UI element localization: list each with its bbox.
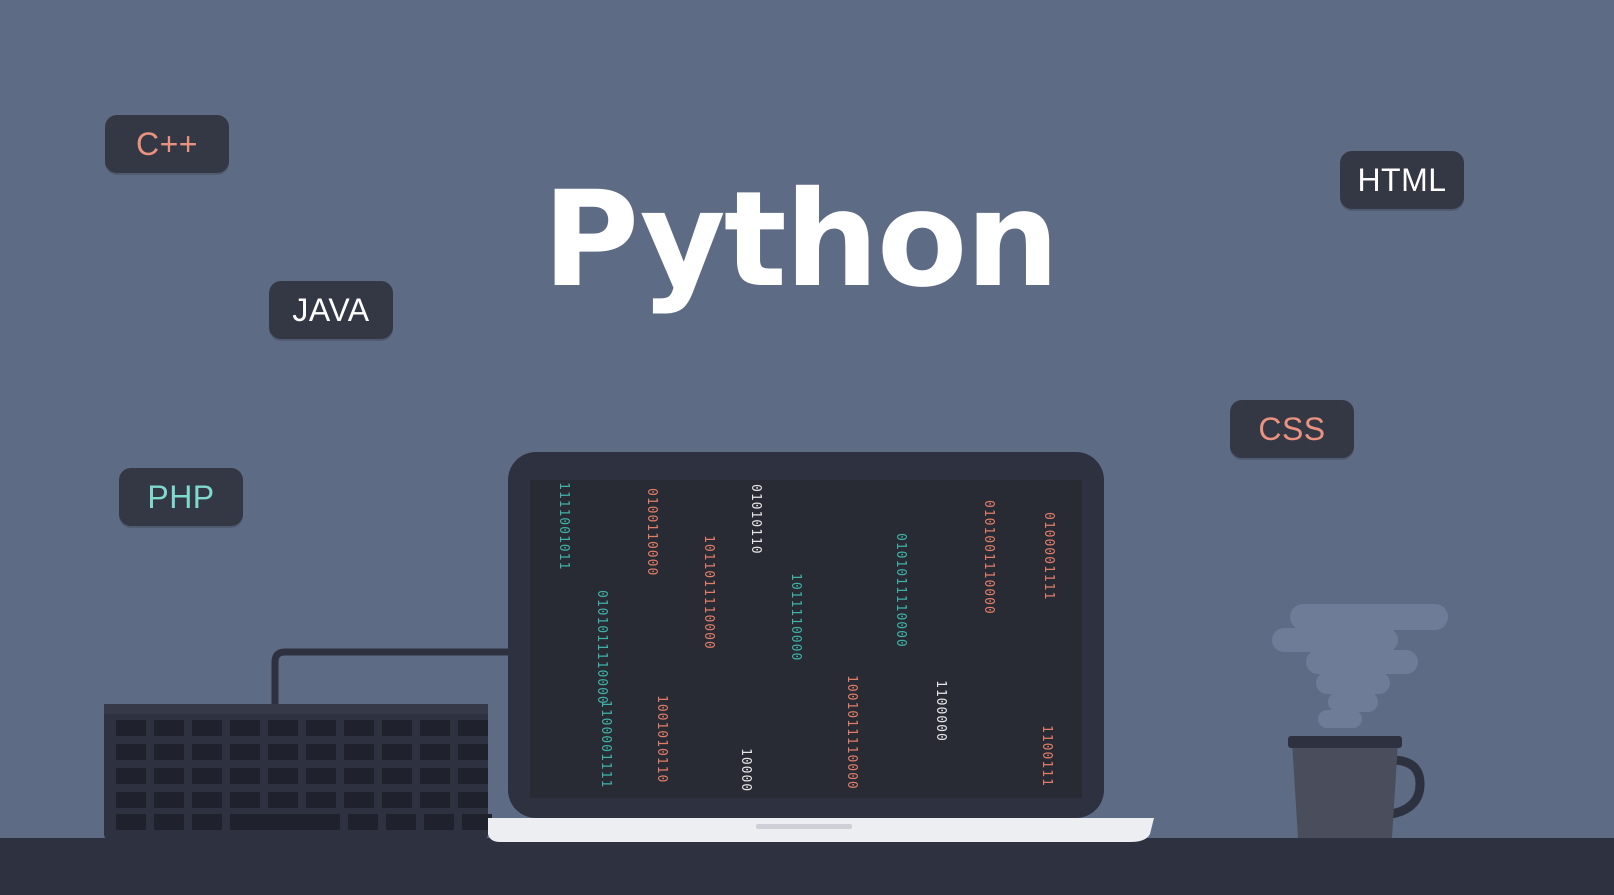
keyboard-key (268, 792, 298, 808)
keyboard-key (116, 720, 146, 736)
keyboard-key (424, 814, 454, 830)
language-tag-html: HTML (1340, 151, 1464, 209)
keyboard-cable (271, 648, 510, 706)
language-tag-java: JAVA (269, 281, 393, 339)
illustration-scene: 1111001011 0100110000 01010110 010101111000… (0, 0, 1614, 895)
keyboard-key (192, 792, 222, 808)
keyboard-key (116, 814, 146, 830)
keyboard-key (230, 768, 260, 784)
code-column: 1111001011 (556, 482, 571, 570)
keyboard-key (344, 792, 374, 808)
language-tag-php: PHP (119, 468, 243, 526)
code-column: 1011110000 (788, 573, 803, 661)
keyboard-key (116, 792, 146, 808)
keyboard-key (192, 768, 222, 784)
keyboard-key (306, 720, 336, 736)
keyboard-key (116, 744, 146, 760)
keyboard-key (154, 792, 184, 808)
code-column: 0100001111 (1041, 512, 1056, 600)
code-column: 0101011110000 (893, 533, 908, 648)
code-column: 1100000 (933, 680, 948, 742)
keyboard-key (268, 720, 298, 736)
keyboard-key (306, 768, 336, 784)
code-column: 01010110 (748, 484, 763, 555)
keyboard-key (420, 768, 450, 784)
keyboard-key (458, 768, 488, 784)
laptop-notch (756, 824, 852, 829)
keyboard-key (268, 744, 298, 760)
code-column: 1001010110 (654, 695, 669, 783)
code-column: 0101011110000 (594, 590, 609, 705)
steam (1272, 604, 1448, 728)
keyboard-key (462, 814, 492, 830)
keyboard-key (192, 814, 222, 830)
keyboard-key (154, 768, 184, 784)
keyboard-key (382, 720, 412, 736)
keyboard-key (344, 720, 374, 736)
code-column: 0100110000 (644, 488, 659, 576)
keyboard-key (230, 744, 260, 760)
keyboard-key (348, 814, 378, 830)
code-column: 1011011110000 (701, 535, 716, 650)
language-tag-label: C++ (136, 125, 198, 162)
laptop: 1111001011 0100110000 01010110 010101111000… (488, 452, 1154, 842)
keyboard-key (192, 744, 222, 760)
keyboard-key (382, 792, 412, 808)
language-tag-label: CSS (1258, 410, 1326, 447)
keyboard-key (116, 768, 146, 784)
keyboard-key (420, 744, 450, 760)
keyboard-key (344, 768, 374, 784)
language-tag-label: PHP (147, 478, 215, 515)
keyboard-key (230, 720, 260, 736)
keyboard-key (230, 814, 340, 830)
desk (0, 838, 1614, 895)
desk-illustration: 1111001011 0100110000 01010110 010101111000… (0, 452, 1614, 895)
keyboard-key (154, 744, 184, 760)
keyboard-key (344, 744, 374, 760)
language-tag-label: JAVA (292, 291, 370, 328)
laptop-base (488, 818, 1154, 842)
keyboard-key (386, 814, 416, 830)
keyboard-key (382, 768, 412, 784)
code-column: 10000 (738, 748, 753, 792)
language-tag-css: CSS (1230, 400, 1354, 458)
code-column: 1100001111 (598, 700, 613, 788)
keyboard-key (306, 792, 336, 808)
keyboard-key (230, 792, 260, 808)
keyboard-key (458, 720, 488, 736)
keyboard-key (192, 720, 222, 736)
keyboard-key (154, 814, 184, 830)
keyboard-key (420, 720, 450, 736)
keyboard-key (458, 744, 488, 760)
keyboard-key (420, 792, 450, 808)
keyboard (104, 704, 492, 840)
keyboard-key (458, 792, 488, 808)
coffee-mug (1288, 736, 1425, 838)
keyboard-key (306, 744, 336, 760)
code-column: 1001011110000 (844, 675, 859, 790)
keyboard-key (268, 768, 298, 784)
keyboard-key (382, 744, 412, 760)
code-column: 1100111 (1039, 725, 1054, 787)
keyboard-key (154, 720, 184, 736)
language-tag-cpp: C++ (105, 115, 229, 173)
page-title: Python (542, 163, 1060, 317)
code-column: 0101001110000 (981, 500, 996, 615)
language-tag-label: HTML (1357, 161, 1447, 198)
